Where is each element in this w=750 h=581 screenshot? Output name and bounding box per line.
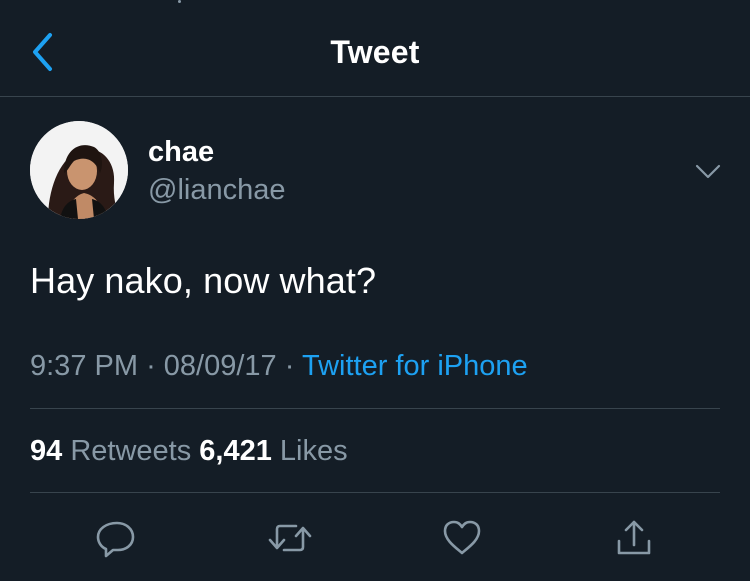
like-label[interactable]: Likes: [280, 435, 348, 467]
like-button[interactable]: [434, 510, 490, 566]
avatar-image: [30, 121, 128, 219]
heart-icon: [443, 520, 481, 555]
chevron-down-icon: [695, 164, 721, 179]
reply-button[interactable]: [88, 510, 144, 566]
meta-separator: ·: [146, 350, 156, 382]
navigation-bar: Tweet: [0, 0, 750, 97]
divider: [30, 408, 720, 409]
tweet-source-link[interactable]: Twitter for iPhone: [302, 350, 528, 382]
avatar[interactable]: [30, 121, 128, 219]
share-button[interactable]: [606, 510, 662, 566]
share-icon: [617, 520, 651, 555]
tweet-detail-screen: Tweet chae @lianchae Hay nako, now what?…: [0, 0, 750, 581]
tweet-stats: 94 Retweets 6,421 Likes: [30, 435, 348, 468]
retweet-button[interactable]: [262, 510, 318, 566]
divider: [30, 492, 720, 493]
author-handle[interactable]: @lianchae: [148, 174, 285, 207]
like-count[interactable]: 6,421: [199, 435, 272, 467]
author-name[interactable]: chae: [148, 136, 214, 169]
retweet-label[interactable]: Retweets: [70, 435, 191, 467]
retweet-icon: [268, 524, 312, 552]
tweet-text: Hay nako, now what?: [30, 260, 377, 301]
reply-icon: [96, 521, 135, 558]
tweet-date: 08/09/17: [163, 350, 277, 382]
page-title: Tweet: [330, 34, 420, 70]
tweet-time: 9:37 PM: [30, 350, 138, 382]
meta-separator: ·: [284, 350, 295, 382]
tweet-metadata: 9:37 PM · 08/09/17 · Twitter for iPhone: [30, 350, 528, 383]
action-bar: [0, 510, 750, 566]
retweet-count[interactable]: 94: [30, 435, 62, 467]
tweet-menu-button[interactable]: [691, 158, 725, 186]
